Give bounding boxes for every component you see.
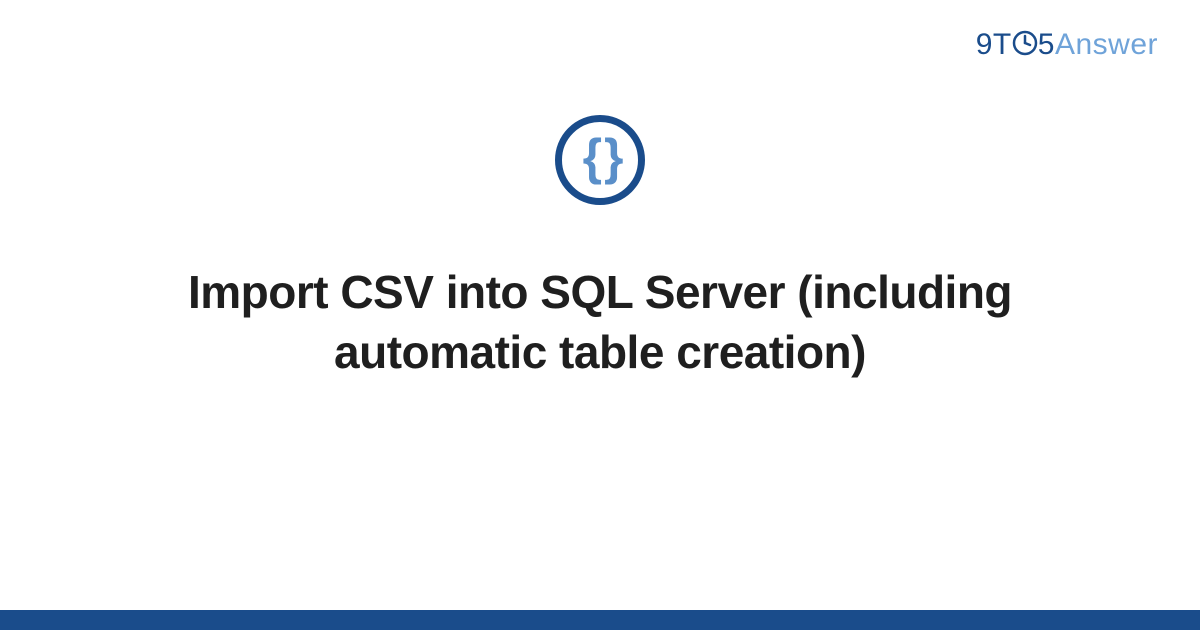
- clock-icon: [1012, 30, 1038, 56]
- main-content: { } Import CSV into SQL Server (includin…: [0, 115, 1200, 383]
- brand-prefix: 9T: [976, 28, 1012, 61]
- footer-accent-bar: [0, 610, 1200, 630]
- brand-middle: 5: [1038, 28, 1055, 61]
- brand-logo: 9T 5Answer: [976, 28, 1158, 62]
- code-braces-icon: { }: [583, 132, 618, 182]
- page-title: Import CSV into SQL Server (including au…: [150, 263, 1050, 383]
- brand-suffix: Answer: [1055, 28, 1158, 61]
- category-icon-circle: { }: [555, 115, 645, 205]
